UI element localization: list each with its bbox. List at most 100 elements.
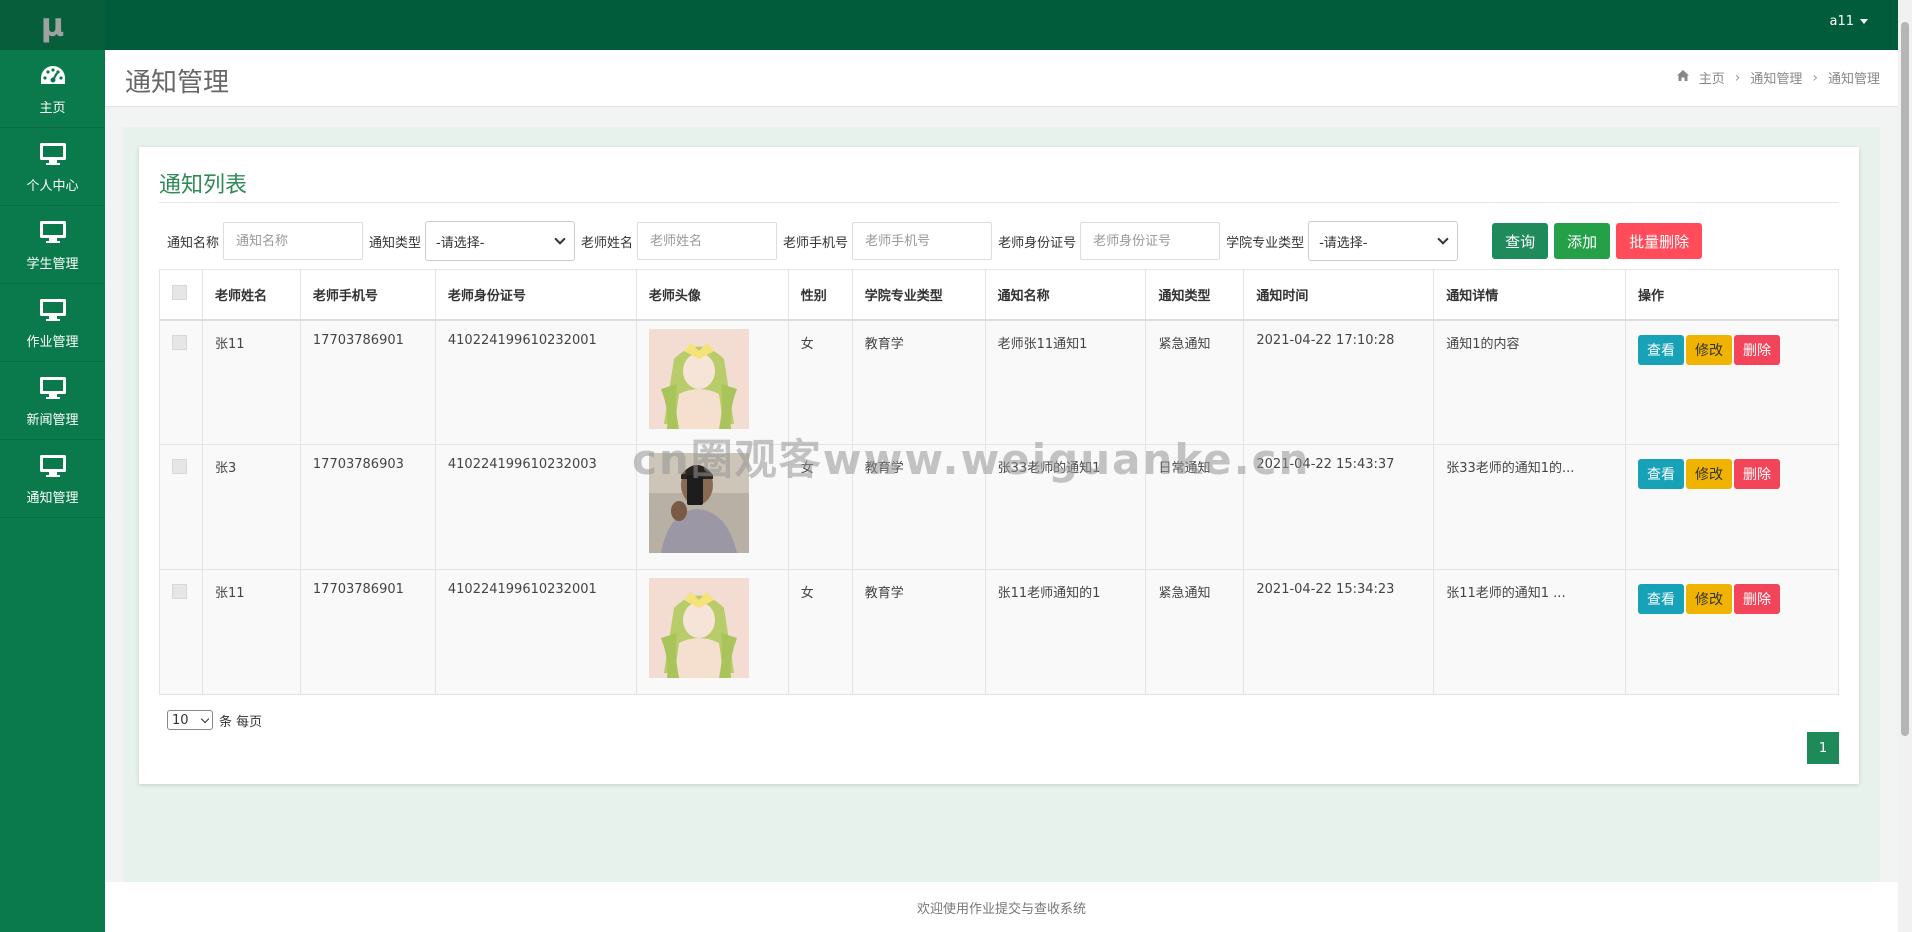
sidebar-item-label: 个人中心 <box>26 179 79 194</box>
scrollbar-thumb[interactable] <box>1901 22 1909 736</box>
footer-text: 欢迎使用作业提交与查收系统 <box>916 901 1086 917</box>
select-all-checkbox[interactable] <box>172 284 187 300</box>
panel-title: 通知列表 <box>159 173 248 198</box>
batch-delete-button[interactable]: 批量删除 <box>1616 223 1703 259</box>
actions-cell: 查看 修改 删除 <box>1625 319 1839 445</box>
notice-type-cell: 日常通知 <box>1145 444 1245 570</box>
filter-bar: 通知名称 通知类型 -请选择- 老师姓名 老师手机号 老师身份证号 学院专业类型 <box>167 219 1839 263</box>
teacher-id-input[interactable] <box>1080 222 1221 260</box>
user-menu[interactable]: a11 <box>1829 14 1868 29</box>
row-select-cell <box>159 319 203 445</box>
teacher-avatar-image <box>648 453 749 553</box>
caret-down-icon <box>1860 19 1868 24</box>
notice-type-cell: 紧急通知 <box>1145 569 1245 695</box>
teacher-phone-label: 老师手机号 <box>783 235 849 251</box>
notice-name-label: 通知名称 <box>167 235 220 251</box>
sidebar-item-profile[interactable]: 个人中心 <box>0 128 105 206</box>
sidebar-item-news[interactable]: 新闻管理 <box>0 362 105 440</box>
view-button[interactable]: 查看 <box>1638 459 1685 489</box>
row-checkbox[interactable] <box>172 584 187 599</box>
dashboard-icon <box>36 61 70 91</box>
breadcrumb-section[interactable]: 通知管理 <box>1750 68 1802 87</box>
table-header-row: 老师姓名 老师手机号 老师身份证号 老师头像 性别 学院专业类型 通知名称 通知… <box>159 269 1839 321</box>
view-button[interactable]: 查看 <box>1638 584 1685 614</box>
table-row: 张3 17703786903 410224199610232003 女 教育学 … <box>159 444 1839 570</box>
teacher-name-input[interactable] <box>637 222 778 260</box>
edit-button[interactable]: 修改 <box>1686 459 1733 489</box>
column-header: 操作 <box>1625 269 1839 321</box>
sidebar-item-students[interactable]: 学生管理 <box>0 206 105 284</box>
chevron-down-icon <box>554 233 566 245</box>
notice-detail-cell: 张11老师的通知1 ... <box>1433 569 1627 695</box>
major-cell: 教育学 <box>851 569 986 695</box>
major-cell: 教育学 <box>851 319 986 445</box>
avatar-cell <box>635 319 789 445</box>
notice-type-select[interactable]: -请选择- <box>425 221 576 261</box>
home-icon <box>1676 70 1689 85</box>
teacher-id-cell: 410224199610232001 <box>434 319 637 445</box>
delete-button[interactable]: 删除 <box>1734 459 1781 489</box>
add-button[interactable]: 添加 <box>1554 223 1611 259</box>
page-size-select[interactable]: 10 <box>167 710 213 730</box>
teacher-phone-cell: 17703786903 <box>299 444 436 570</box>
sidebar-item-homework[interactable]: 作业管理 <box>0 284 105 362</box>
row-checkbox[interactable] <box>172 334 187 350</box>
sidebar-item-home[interactable]: 主页 <box>0 50 105 128</box>
sidebar-item-label: 学生管理 <box>26 257 79 272</box>
avatar-cell <box>635 569 789 695</box>
sidebar-item-label: 作业管理 <box>26 335 79 350</box>
notice-name-cell: 张33老师的通知1 <box>984 444 1147 570</box>
per-page-label: 条 每页 <box>219 714 263 730</box>
edit-button[interactable]: 修改 <box>1686 584 1733 614</box>
notice-list-panel: 通知列表 通知名称 通知类型 -请选择- 老师姓名 老师手机号 老师身份证号 <box>139 147 1859 784</box>
sidebar-item-label: 新闻管理 <box>26 413 79 428</box>
major-type-select[interactable]: -请选择- <box>1308 221 1459 261</box>
username: a11 <box>1829 14 1854 29</box>
delete-button[interactable]: 删除 <box>1734 334 1781 365</box>
query-button[interactable]: 查询 <box>1492 223 1549 259</box>
teacher-id-cell: 410224199610232001 <box>434 569 637 695</box>
teacher-name-cell: 张11 <box>201 569 301 695</box>
monitor-icon <box>36 295 70 325</box>
actions-cell: 查看 修改 删除 <box>1625 569 1839 695</box>
teacher-phone-cell: 17703786901 <box>299 569 436 695</box>
chevron-down-icon <box>1437 233 1449 245</box>
notice-type-value: -请选择- <box>436 235 485 251</box>
notice-name-cell: 老师张11通知1 <box>984 319 1147 445</box>
column-header: 老师手机号 <box>299 269 436 321</box>
notice-detail-cell: 张33老师的通知1的... <box>1433 444 1627 570</box>
notice-type-label: 通知类型 <box>369 235 422 251</box>
notice-name-cell: 张11老师通知的1 <box>984 569 1147 695</box>
teacher-phone-input[interactable] <box>852 222 993 260</box>
column-header: 通知类型 <box>1145 269 1245 321</box>
vertical-scrollbar[interactable] <box>1898 0 1912 932</box>
column-header: 通知详情 <box>1433 269 1627 321</box>
view-button[interactable]: 查看 <box>1638 334 1685 365</box>
breadcrumb-home[interactable]: 主页 <box>1699 68 1725 87</box>
teacher-avatar-image <box>648 578 749 678</box>
notice-type-cell: 紧急通知 <box>1145 319 1245 445</box>
major-type-label: 学院专业类型 <box>1226 235 1305 251</box>
teacher-id-label: 老师身份证号 <box>998 235 1077 251</box>
notice-name-input[interactable] <box>223 222 364 260</box>
page-title: 通知管理 <box>125 68 230 98</box>
sidebar-item-notices[interactable]: 通知管理 <box>0 440 105 518</box>
chevron-right-icon: › <box>1734 69 1741 86</box>
footer: 欢迎使用作业提交与查收系统 <box>105 882 1898 932</box>
chevron-down-icon <box>200 714 210 723</box>
row-checkbox[interactable] <box>172 459 187 474</box>
row-select-cell <box>159 569 203 695</box>
teacher-id-cell: 410224199610232003 <box>434 444 637 570</box>
gender-cell: 女 <box>787 569 853 695</box>
app-logo: µ <box>0 0 105 50</box>
page-button-current[interactable]: 1 <box>1807 732 1839 764</box>
column-header: 通知时间 <box>1243 269 1435 321</box>
major-type-value: -请选择- <box>1319 235 1368 251</box>
content-area: 通知列表 通知名称 通知类型 -请选择- 老师姓名 老师手机号 老师身份证号 <box>105 107 1898 882</box>
sidebar: µ 主页 个人中心 学生管理 作业管理 新闻管理 通知管理 <box>0 0 105 932</box>
column-header: 通知名称 <box>984 269 1147 321</box>
delete-button[interactable]: 删除 <box>1734 584 1781 614</box>
edit-button[interactable]: 修改 <box>1686 334 1733 365</box>
content-background: 通知列表 通知名称 通知类型 -请选择- 老师姓名 老师手机号 老师身份证号 <box>123 127 1880 882</box>
teacher-avatar-image <box>648 328 749 429</box>
